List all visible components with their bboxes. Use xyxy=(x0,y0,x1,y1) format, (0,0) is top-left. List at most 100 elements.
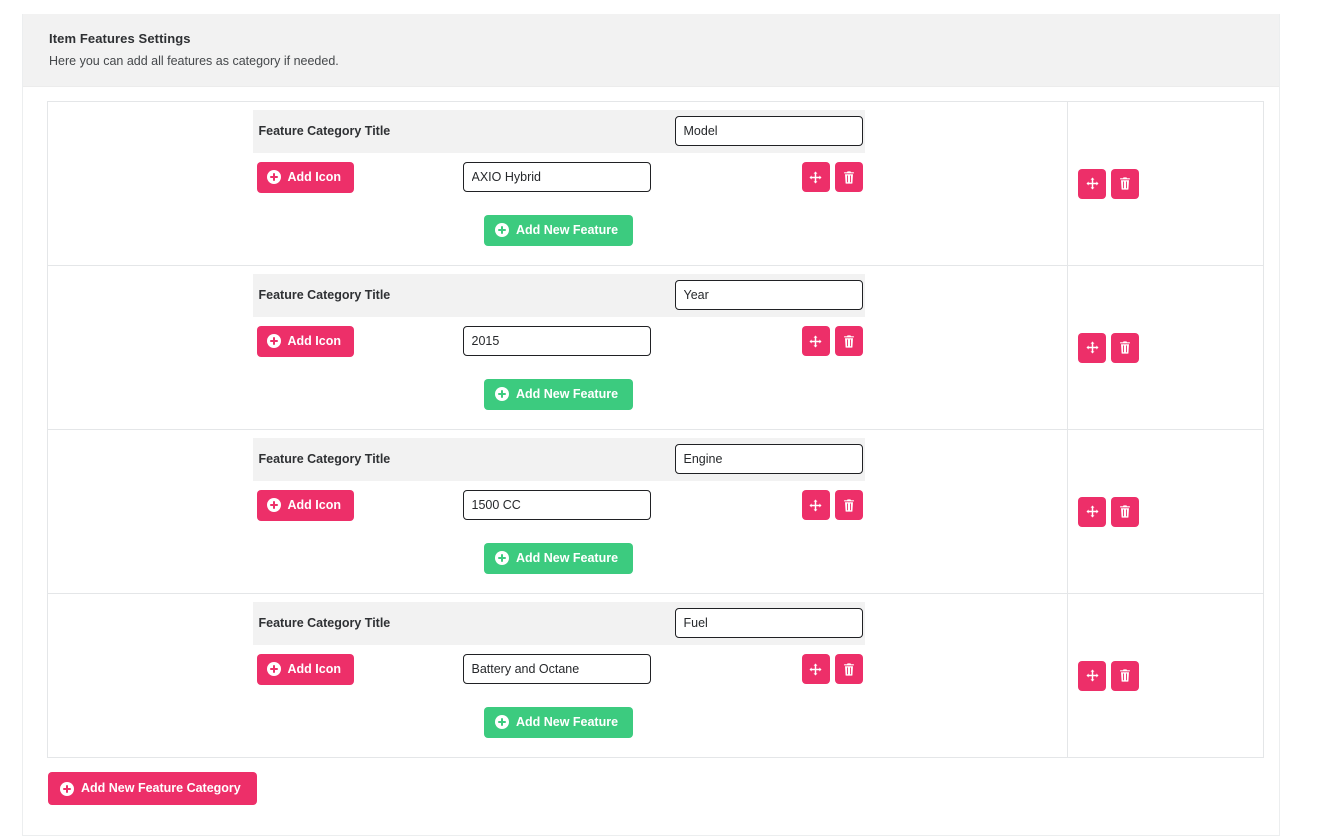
feature-row: Add Icon xyxy=(252,480,865,529)
add-feature-cell: Add New Feature xyxy=(253,365,865,415)
add-feature-row: Add New Feature xyxy=(253,365,865,415)
plus-circle-icon xyxy=(494,223,509,237)
plus-circle-icon xyxy=(266,498,281,513)
move-arrows-icon xyxy=(1085,505,1099,518)
spacer-cell xyxy=(48,430,248,594)
feature-value-input[interactable] xyxy=(462,654,651,685)
move-arrows-icon xyxy=(809,171,822,184)
feature-row: Add Icon xyxy=(252,644,865,693)
move-arrows-icon xyxy=(1085,669,1099,682)
spacer-cell xyxy=(48,594,248,758)
category-inner-table: Feature Category Title Add Icon xyxy=(252,438,865,579)
category-title-input-cell xyxy=(660,110,865,153)
feature-value-input[interactable] xyxy=(462,162,651,193)
category-title-input[interactable] xyxy=(674,116,863,147)
feature-value-input[interactable] xyxy=(462,326,651,357)
category-content-cell: Feature Category Title Add Icon xyxy=(247,593,1068,758)
feature-action-buttons xyxy=(801,490,863,521)
card-body: Feature Category Title Add Icon xyxy=(23,87,1279,835)
category-delete-button[interactable] xyxy=(1111,660,1139,691)
category-title-row: Feature Category Title xyxy=(252,110,865,153)
category-title-input[interactable] xyxy=(674,280,863,311)
card-header: Item Features Settings Here you can add … xyxy=(23,14,1279,87)
feature-move-button[interactable] xyxy=(801,654,830,685)
add-new-feature-label: Add New Feature xyxy=(515,550,619,565)
category-content-cell: Feature Category Title Add Icon xyxy=(247,265,1068,430)
feature-delete-button[interactable] xyxy=(834,490,863,521)
category-title-row: Feature Category Title xyxy=(252,438,865,481)
category-title-label: Feature Category Title xyxy=(252,602,661,645)
category-title-label: Feature Category Title xyxy=(252,438,661,481)
category-title-label: Feature Category Title xyxy=(252,110,661,153)
add-new-feature-category-button[interactable]: Add New Feature Category xyxy=(48,772,257,805)
category-move-button[interactable] xyxy=(1078,496,1106,527)
plus-circle-icon xyxy=(266,662,281,677)
feature-category-row: Feature Category Title Add Icon xyxy=(47,265,1264,430)
feature-actions-cell xyxy=(660,152,865,201)
feature-delete-button[interactable] xyxy=(834,654,863,685)
feature-action-buttons xyxy=(801,654,863,685)
move-arrows-icon xyxy=(809,499,822,512)
move-arrows-icon xyxy=(1085,177,1099,190)
category-title-input[interactable] xyxy=(674,608,863,639)
category-move-button[interactable] xyxy=(1078,168,1106,199)
category-action-buttons xyxy=(1078,496,1139,527)
category-actions-cell xyxy=(1068,102,1264,266)
plus-circle-icon xyxy=(266,170,281,185)
add-new-feature-button[interactable]: Add New Feature xyxy=(483,214,634,246)
feature-value-cell xyxy=(456,644,661,693)
add-icon-label: Add Icon xyxy=(287,662,341,676)
add-icon-button[interactable]: Add Icon xyxy=(256,325,354,357)
category-title-row: Feature Category Title xyxy=(252,602,865,645)
spacer-cell xyxy=(48,102,248,266)
move-arrows-icon xyxy=(809,663,822,676)
feature-move-button[interactable] xyxy=(801,162,830,193)
add-feature-row: Add New Feature xyxy=(253,529,865,579)
add-icon-label: Add Icon xyxy=(287,498,341,512)
add-icon-button[interactable]: Add Icon xyxy=(256,161,354,193)
feature-category-row: Feature Category Title Add Icon xyxy=(47,429,1264,594)
add-new-feature-label: Add New Feature xyxy=(515,714,619,729)
feature-move-button[interactable] xyxy=(801,490,830,521)
category-title-label: Feature Category Title xyxy=(252,274,661,317)
trash-icon xyxy=(1120,669,1130,682)
feature-add-icon-cell: Add Icon xyxy=(252,480,457,529)
category-delete-button[interactable] xyxy=(1111,168,1139,199)
feature-delete-button[interactable] xyxy=(834,326,863,357)
add-feature-row: Add New Feature xyxy=(253,201,865,251)
footer-spacer xyxy=(47,805,1255,815)
add-new-feature-category-label: Add New Feature Category xyxy=(81,781,241,796)
category-title-input-cell xyxy=(660,438,865,481)
category-move-button[interactable] xyxy=(1078,660,1106,691)
add-icon-label: Add Icon xyxy=(287,334,341,348)
plus-circle-icon xyxy=(494,387,509,401)
add-icon-button[interactable]: Add Icon xyxy=(256,653,354,685)
category-title-input-cell xyxy=(660,602,865,645)
category-actions-cell xyxy=(1068,430,1264,594)
add-new-feature-label: Add New Feature xyxy=(515,222,619,237)
feature-actions-cell xyxy=(660,480,865,529)
page-subtitle: Here you can add all features as categor… xyxy=(49,54,339,68)
add-new-feature-label: Add New Feature xyxy=(515,386,619,401)
feature-value-input[interactable] xyxy=(462,490,651,521)
feature-value-cell xyxy=(456,316,661,365)
feature-category-row: Feature Category Title Add Icon xyxy=(47,101,1264,266)
move-arrows-icon xyxy=(1085,341,1099,354)
feature-action-buttons xyxy=(801,326,863,357)
plus-circle-icon xyxy=(494,715,509,729)
spacer-cell xyxy=(48,266,248,430)
category-delete-button[interactable] xyxy=(1111,496,1139,527)
category-delete-button[interactable] xyxy=(1111,332,1139,363)
category-inner-table: Feature Category Title Add Icon xyxy=(252,274,865,415)
category-move-button[interactable] xyxy=(1078,332,1106,363)
add-icon-button[interactable]: Add Icon xyxy=(256,489,354,521)
feature-category-row: Feature Category Title Add Icon xyxy=(47,593,1264,758)
category-title-input[interactable] xyxy=(674,444,863,475)
feature-delete-button[interactable] xyxy=(834,162,863,193)
add-new-feature-button[interactable]: Add New Feature xyxy=(483,378,634,410)
add-new-feature-button[interactable]: Add New Feature xyxy=(483,706,634,738)
add-new-feature-button[interactable]: Add New Feature xyxy=(483,542,634,574)
feature-add-icon-cell: Add Icon xyxy=(252,644,457,693)
category-content-cell: Feature Category Title Add Icon xyxy=(247,101,1068,266)
feature-move-button[interactable] xyxy=(801,326,830,357)
